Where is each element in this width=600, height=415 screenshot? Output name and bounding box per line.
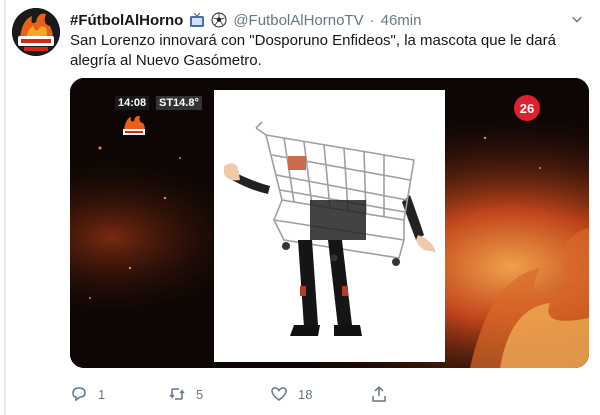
action-bar: 1 5 18 (70, 382, 590, 406)
retweet-icon (169, 388, 185, 400)
retweet-count: 5 (196, 386, 204, 402)
handle[interactable]: @FutbolAlHornoTV (233, 12, 363, 29)
shopping-cart-mascot-image (224, 121, 436, 336)
tv-emoji-icon (189, 12, 205, 28)
tweet-text: San Lorenzo innovará con "Dosporuno Enfi… (70, 32, 556, 69)
soccer-ball-emoji-icon (211, 12, 227, 28)
share-button[interactable] (370, 385, 388, 403)
reply-icon (72, 387, 86, 402)
chevron-down-icon[interactable] (568, 10, 586, 28)
like-button[interactable]: 18 (270, 385, 312, 403)
retweet-button[interactable]: 5 (168, 385, 203, 403)
reply-count: 1 (98, 386, 106, 402)
show-logo-icon (123, 115, 145, 135)
tweet-header: #FútbolAlHorno @FutbolAlHornoTV · 46min (70, 10, 560, 30)
reply-button[interactable]: 1 (70, 385, 105, 403)
avatar[interactable] (12, 8, 60, 56)
like-count: 18 (298, 386, 313, 402)
overlay-temperature: ST14.8° (156, 96, 202, 110)
mascot-photo (214, 90, 445, 362)
timestamp[interactable]: 46min (381, 12, 422, 29)
separator-dot: · (369, 11, 375, 29)
share-icon (372, 385, 386, 402)
channel-logo: 26 (514, 95, 540, 121)
thread-rule (4, 0, 6, 415)
display-name[interactable]: #FútbolAlHorno (70, 12, 183, 29)
futbol-al-horno-logo (12, 8, 60, 56)
tweet-media[interactable]: 14:08 ST14.8° 26 (70, 78, 589, 368)
heart-icon (271, 387, 287, 401)
overlay-time: 14:08 (115, 96, 150, 110)
